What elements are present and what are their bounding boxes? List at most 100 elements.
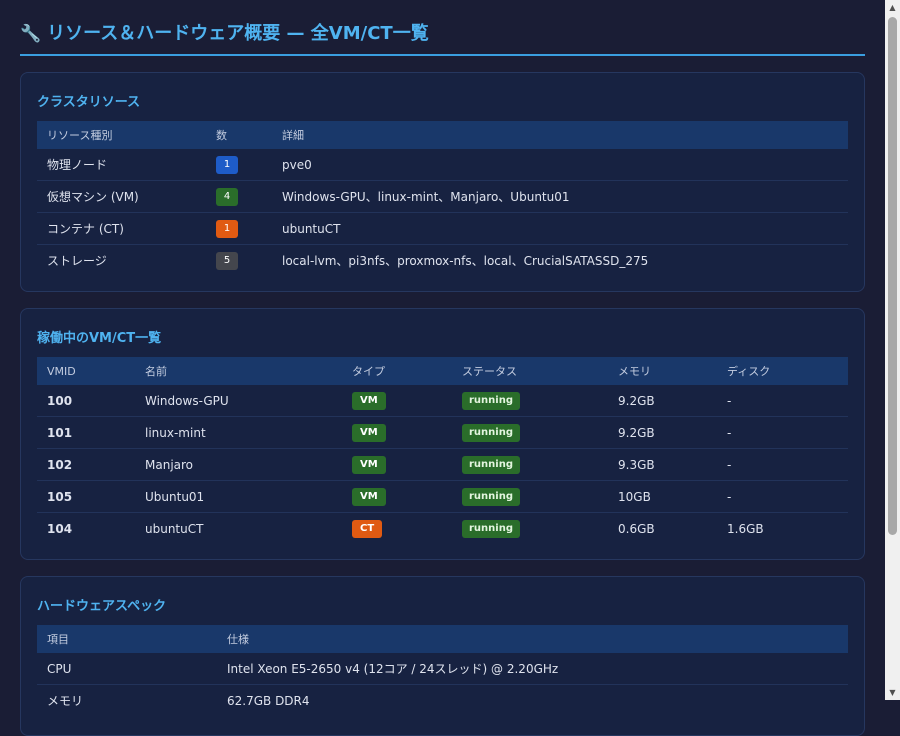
spec-value-cell: Intel Xeon E5-2650 v4 (12コア / 24スレッド) @ …	[217, 653, 848, 685]
status-badge: running	[462, 455, 520, 474]
column-header: 数	[216, 129, 227, 142]
section-title: 稼働中のVM/CT一覧	[37, 331, 162, 346]
resource-type-cell: 物理ノード	[37, 149, 206, 181]
name-cell: Windows-GPU	[135, 385, 342, 417]
table-row: 100 Windows-GPU VM running 9.2GB -	[37, 385, 848, 417]
count-badge: 4	[216, 187, 238, 206]
column-header: リソース種別	[47, 129, 113, 142]
vertical-scrollbar[interactable]: ▲ ▼	[885, 0, 900, 700]
table-row: 102 Manjaro VM running 9.3GB -	[37, 448, 848, 481]
column-header: メモリ	[618, 365, 651, 378]
status-cell: running	[452, 448, 608, 481]
resource-type-cell: 仮想マシン (VM)	[37, 180, 206, 213]
detail-cell: Windows-GPU、linux-mint、Manjaro、Ubuntu01	[272, 180, 848, 213]
memory-cell: 9.2GB	[608, 416, 717, 449]
name-cell: Ubuntu01	[135, 480, 342, 513]
type-badge: VM	[352, 455, 386, 474]
scrollbar-thumb[interactable]	[888, 17, 897, 535]
count-badge: 1	[216, 155, 238, 174]
type-cell: VM	[342, 480, 452, 513]
column-header: ステータス	[462, 365, 517, 378]
disk-cell: -	[717, 448, 848, 481]
type-cell: CT	[342, 513, 452, 545]
hardware-spec-section: ハードウェアスペック 項目 仕様 CPU Intel Xeon E5-2650 v…	[20, 576, 865, 736]
count-cell: 5	[206, 245, 272, 277]
disk-cell: -	[717, 416, 848, 449]
vmid-cell: 101	[37, 416, 135, 449]
column-header: 仕様	[227, 633, 249, 646]
type-badge: CT	[352, 519, 383, 538]
page-title: 🔧 リソース＆ハードウェア概要 — 全VM/CT一覧	[20, 22, 865, 56]
table-row: 105 Ubuntu01 VM running 10GB -	[37, 480, 848, 513]
spec-value-cell: 62.7GB DDR4	[227, 693, 310, 708]
vmid-cell: 105	[37, 480, 135, 513]
table-row: メモリ 62.7GB DDR4	[37, 685, 848, 717]
hardware-spec-table: 項目 仕様 CPU Intel Xeon E5-2650 v4 (12コア / 2…	[37, 625, 848, 716]
table-row: 104 ubuntuCT CT running 0.6GB 1.6GB	[37, 513, 848, 545]
section-title: クラスタリソース	[37, 95, 141, 110]
column-header: タイプ	[352, 365, 385, 378]
status-badge: running	[462, 519, 520, 538]
status-cell: running	[452, 385, 608, 417]
wrench-icon: 🔧	[20, 24, 42, 44]
table-header-row: 項目 仕様	[37, 625, 848, 653]
page-content: 🔧 リソース＆ハードウェア概要 — 全VM/CT一覧 クラスタリソース リソース種…	[20, 0, 865, 736]
memory-cell: 9.3GB	[608, 448, 717, 481]
count-badge: 5	[216, 251, 238, 270]
detail-cell: local-lvm、pi3nfs、proxmox-nfs、local、Cruci…	[282, 254, 649, 268]
memory-cell: 10GB	[608, 480, 717, 513]
status-cell: running	[452, 480, 608, 513]
running-vm-section: 稼働中のVM/CT一覧 VMID 名前 タイプ ステータス メモリ ディスク 1…	[20, 308, 865, 560]
spec-item-cell: メモリ	[47, 694, 84, 708]
count-badge: 1	[216, 219, 238, 238]
count-cell: 1	[206, 212, 272, 245]
page-title-text: リソース＆ハードウェア概要 — 全VM/CT一覧	[47, 23, 429, 44]
status-badge: running	[462, 487, 520, 506]
disk-cell: -	[717, 385, 848, 417]
table-row: コンテナ (CT) 1 ubuntuCT	[37, 212, 848, 245]
status-badge: running	[462, 391, 520, 410]
memory-cell: 9.2GB	[608, 385, 717, 417]
column-header: 項目	[47, 633, 69, 646]
scroll-down-arrow-icon[interactable]: ▼	[885, 685, 900, 700]
type-cell: VM	[342, 385, 452, 417]
table-header-row: リソース種別 数 詳細	[37, 121, 848, 149]
table-header-row: VMID 名前 タイプ ステータス メモリ ディスク	[37, 357, 848, 385]
table-row: ストレージ 5 local-lvm、pi3nfs、proxmox-nfs、local…	[37, 245, 848, 277]
cluster-resources-table: リソース種別 数 詳細 物理ノード 1 pve0 仮想マシン (VM) 4 Windows…	[37, 121, 848, 276]
table-row: CPU Intel Xeon E5-2650 v4 (12コア / 24スレッド)…	[37, 653, 848, 685]
disk-cell: 1.6GB	[727, 521, 764, 536]
resource-type-cell: コンテナ (CT)	[37, 212, 206, 245]
detail-cell: ubuntuCT	[272, 212, 848, 245]
status-badge: running	[462, 423, 520, 442]
detail-cell: pve0	[272, 149, 848, 181]
type-badge: VM	[352, 423, 386, 442]
disk-cell: -	[717, 480, 848, 513]
column-header: 名前	[145, 365, 167, 378]
spec-item-cell: CPU	[37, 653, 217, 685]
memory-cell: 0.6GB	[618, 521, 655, 536]
table-row: 物理ノード 1 pve0	[37, 149, 848, 181]
name-cell: linux-mint	[135, 416, 342, 449]
section-title: ハードウェアスペック	[37, 599, 167, 614]
type-badge: VM	[352, 391, 386, 410]
vmid-cell: 100	[37, 385, 135, 417]
resource-type-cell: ストレージ	[47, 254, 107, 268]
count-cell: 1	[206, 149, 272, 181]
running-vm-table: VMID 名前 タイプ ステータス メモリ ディスク 100 Windows-GP…	[37, 357, 848, 544]
status-cell: running	[452, 416, 608, 449]
count-cell: 4	[206, 180, 272, 213]
column-header: VMID	[47, 364, 76, 378]
name-cell: Manjaro	[135, 448, 342, 481]
cluster-resources-section: クラスタリソース リソース種別 数 詳細 物理ノード 1 pve0 仮想マシン (VM…	[20, 72, 865, 292]
scroll-up-arrow-icon[interactable]: ▲	[885, 0, 900, 15]
vmid-cell: 104	[47, 521, 73, 536]
type-badge: VM	[352, 487, 386, 506]
type-cell: VM	[342, 448, 452, 481]
name-cell: ubuntuCT	[145, 521, 204, 536]
status-cell: running	[452, 513, 608, 545]
table-row: 仮想マシン (VM) 4 Windows-GPU、linux-mint、Manjar…	[37, 180, 848, 213]
column-header: ディスク	[727, 365, 771, 378]
column-header: 詳細	[282, 129, 304, 142]
table-row: 101 linux-mint VM running 9.2GB -	[37, 416, 848, 449]
